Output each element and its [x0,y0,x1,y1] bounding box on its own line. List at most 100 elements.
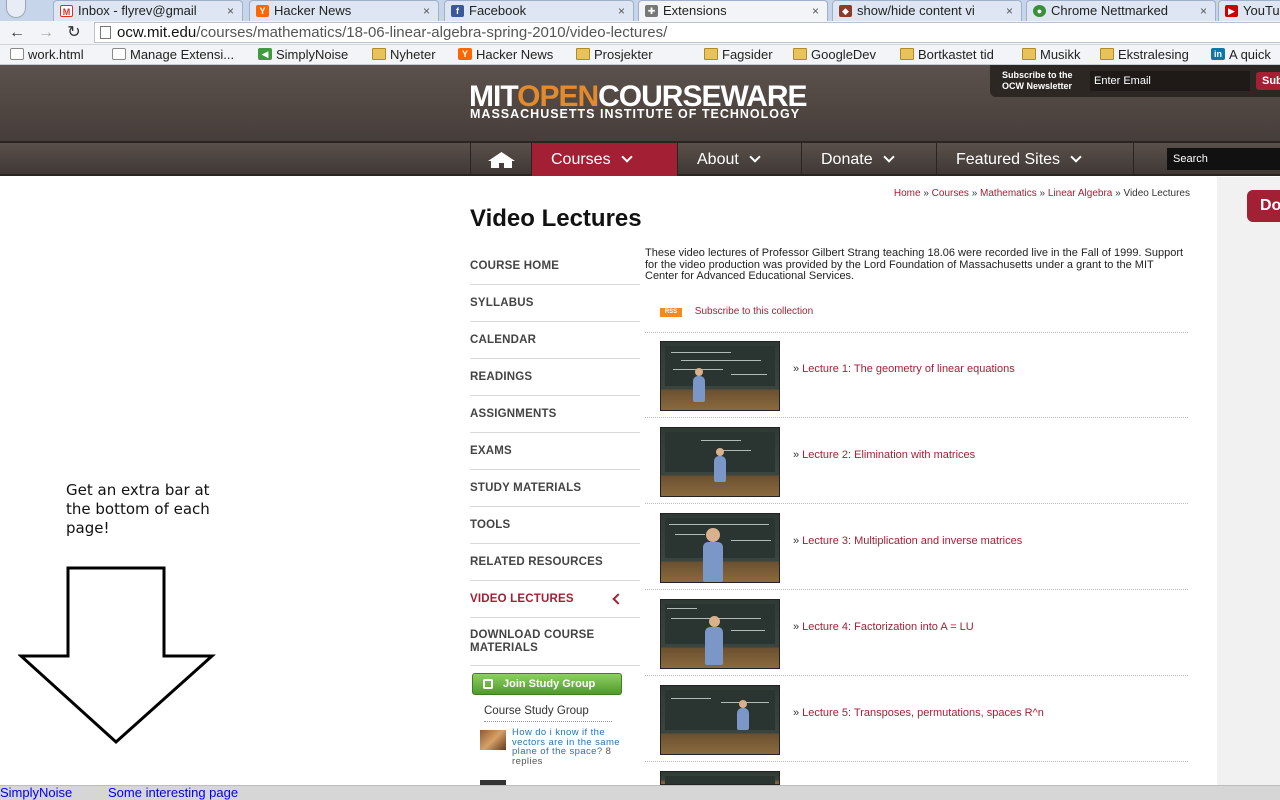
course-nav-readings[interactable]: READINGS [470,359,640,396]
bookmark-work-html[interactable]: work.html [10,46,84,64]
nav-featured-sites[interactable]: Featured Sites [936,143,1134,176]
back-arrow-icon[interactable]: ← [6,22,28,44]
course-nav-video-lectures[interactable]: VIDEO LECTURES [470,581,640,618]
bookmark-simplynoise[interactable]: ◀ SimplyNoise [258,46,348,64]
course-nav-course-home[interactable]: COURSE HOME [470,248,640,285]
bookmark-manage-extensions[interactable]: Manage Extensi... [112,46,234,64]
hacker-news-icon: Y [256,5,269,17]
nav-about[interactable]: About [677,143,801,176]
close-tab-icon[interactable]: × [618,1,625,21]
lecture-item: » Lecture 2: Elimination with matrices [645,418,1188,504]
breadcrumb-courses[interactable]: Courses [932,188,969,199]
folder-icon [1022,48,1036,60]
lecture-link[interactable]: » Lecture 3: Multiplication and inverse m… [793,535,1022,547]
folder-icon [576,48,590,60]
user-avatar [480,730,506,750]
browser-tab-chrome-store[interactable]: ● Chrome Nettmarked × [1026,0,1216,21]
lecture-item: » Lecture 4: Factorization into A = LU [645,590,1188,676]
course-nav: COURSE HOME SYLLABUS CALENDAR READINGS A… [470,248,640,666]
course-nav-assignments[interactable]: ASSIGNMENTS [470,396,640,433]
breadcrumb: Home » Courses » Mathematics » Linear Al… [893,188,1190,199]
browser-tab-extensions[interactable]: ✚ Extensions × [638,0,828,21]
facebook-icon: f [451,5,464,17]
reload-icon[interactable]: ↻ [63,22,85,44]
close-tab-icon[interactable]: × [1006,1,1013,21]
course-nav-related-resources[interactable]: RELATED RESOURCES [470,544,640,581]
bookmark-folder-prosjekter[interactable]: Prosjekter [576,46,653,64]
study-post-link[interactable]: How do i know if the vectors are in the … [512,727,620,757]
lecture-thumbnail[interactable] [660,427,780,497]
extension-bottom-bar: SimplyNoise Some interesting page [0,785,1280,800]
bookmark-folder-fagsider[interactable]: Fagsider [704,46,773,64]
donate-side-tab[interactable]: Do [1247,190,1280,222]
page-icon [10,48,24,60]
lecture-link[interactable]: » Lecture 4: Factorization into A = LU [793,621,974,633]
chevron-left-icon [612,593,624,605]
address-bar[interactable]: ocw.mit.edu/courses/mathematics/18-06-li… [94,22,1280,43]
bookmark-folder-nyheter[interactable]: Nyheter [372,46,436,64]
folder-icon [372,48,386,60]
page-icon: ◆ [839,5,852,17]
chrome-icon: ● [1033,5,1046,17]
annotation-text: Get an extra bar at the bottom of each p… [66,481,210,537]
close-tab-icon[interactable]: × [812,1,819,21]
speaker-icon: ◀ [258,48,272,60]
newsletter-signup: Subscribe to the OCW Newsletter Enter Em… [990,65,1280,97]
bookmark-linkedin[interactable]: in A quick [1211,46,1271,64]
new-tab-orb-icon[interactable] [6,0,26,18]
bookmark-folder-bortkastet-tid[interactable]: Bortkastet tid [900,46,994,64]
lecture-item [645,762,1188,785]
ext-link-interesting-page[interactable]: Some interesting page [108,786,238,800]
course-nav-study-materials[interactable]: STUDY MATERIALS [470,470,640,507]
lecture-thumbnail[interactable] [660,513,780,583]
course-nav-exams[interactable]: EXAMS [470,433,640,470]
breadcrumb-home[interactable]: Home [894,188,921,199]
page-icon [100,26,111,39]
browser-tab-youtube[interactable]: ▶ YouTu [1218,0,1280,21]
lecture-thumbnail[interactable] [660,599,780,669]
right-rail [1217,177,1280,787]
course-nav-syllabus[interactable]: SYLLABUS [470,285,640,322]
lecture-thumbnail[interactable] [660,685,780,755]
nav-donate[interactable]: Donate [801,143,936,176]
puzzle-icon: ✚ [645,5,658,17]
join-study-group-button[interactable]: Join Study Group [472,673,622,695]
course-nav-tools[interactable]: TOOLS [470,507,640,544]
newsletter-email-input[interactable]: Enter Email [1090,71,1250,91]
bookmark-folder-musikk[interactable]: Musikk [1022,46,1080,64]
bookmark-folder-ekstralesing[interactable]: Ekstralesing [1100,46,1189,64]
lecture-thumbnail[interactable] [660,771,780,785]
lecture-thumbnail[interactable] [660,341,780,411]
close-tab-icon[interactable]: × [227,1,234,21]
intro-text: These video lectures of Professor Gilber… [645,247,1184,282]
chat-icon [483,679,493,689]
chevron-down-icon [749,151,761,163]
course-nav-download-course-materials[interactable]: DOWNLOAD COURSE MATERIALS [470,618,640,666]
close-tab-icon[interactable]: × [423,1,430,21]
rss-subscribe[interactable]: RSS Subscribe to this collection [660,306,813,317]
close-tab-icon[interactable]: × [1200,1,1207,21]
browser-tab-show-hide[interactable]: ◆ show/hide content vi × [832,0,1022,21]
browser-tab-gmail[interactable]: M Inbox - flyrev@gmail × [53,0,243,21]
nav-courses[interactable]: Courses [531,143,677,176]
breadcrumb-mathematics[interactable]: Mathematics [980,188,1037,199]
newsletter-subscribe-button[interactable]: Sub [1256,72,1280,90]
course-nav-calendar[interactable]: CALENDAR [470,322,640,359]
ext-link-simplynoise[interactable]: SimplyNoise [0,786,72,800]
lecture-link[interactable]: » Lecture 5: Transposes, permutations, sp… [793,707,1044,719]
nav-home-button[interactable] [470,143,531,176]
gmail-icon: M [60,5,73,17]
lecture-link[interactable]: » Lecture 2: Elimination with matrices [793,449,975,461]
bookmark-folder-googledev[interactable]: GoogleDev [793,46,876,64]
search-input[interactable]: Search [1167,148,1280,170]
folder-icon [793,48,807,60]
folder-icon [900,48,914,60]
browser-tab-hacker-news[interactable]: Y Hacker News × [249,0,439,21]
breadcrumb-linear-algebra[interactable]: Linear Algebra [1048,188,1113,199]
rss-subscribe-link[interactable]: Subscribe to this collection [695,306,813,317]
lecture-link[interactable]: » Lecture 1: The geometry of linear equat… [793,363,1015,375]
forward-arrow-icon[interactable]: → [35,22,57,44]
bookmark-hacker-news[interactable]: Y Hacker News [458,46,553,64]
browser-tab-facebook[interactable]: f Facebook × [444,0,634,21]
folder-icon [1100,48,1114,60]
